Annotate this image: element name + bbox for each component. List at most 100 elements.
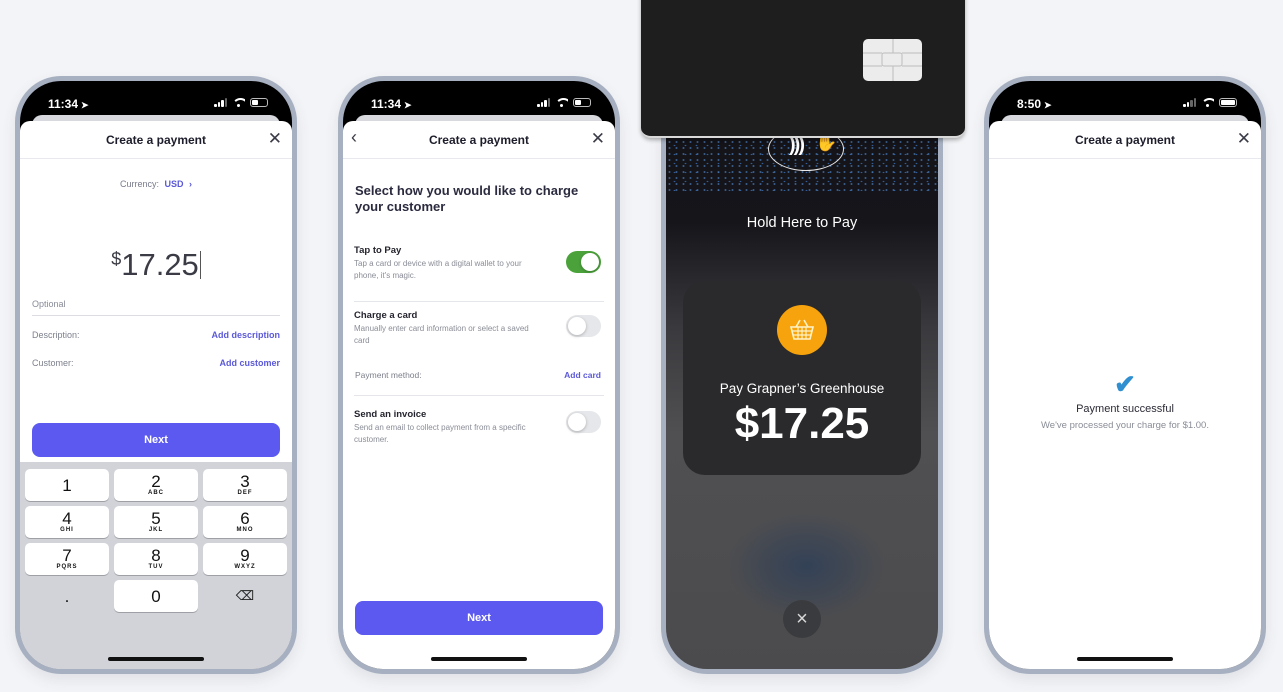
signal-icon xyxy=(1183,98,1196,107)
description-label: Description: xyxy=(32,330,80,340)
key-5[interactable]: 5 JKL xyxy=(114,506,198,538)
optional-field[interactable]: Optional xyxy=(32,299,280,316)
add-customer-link[interactable]: Add customer xyxy=(219,358,280,368)
phone-amount-entry: 11:34 ➤ Create a payment ✕ Currency: USD … xyxy=(15,76,297,674)
screen: 11:34 ➤ ‹ Create a payment ✕ Select how y… xyxy=(343,81,615,669)
close-icon: × xyxy=(796,607,808,630)
add-card-link[interactable]: Add card xyxy=(564,370,601,380)
close-icon[interactable]: ✕ xyxy=(268,130,282,147)
key-delete[interactable]: ⌫ xyxy=(203,580,287,612)
success-title: Payment successful xyxy=(1076,403,1174,415)
option-title: Tap to Pay xyxy=(354,245,402,256)
divider xyxy=(354,301,604,302)
cancel-button[interactable]: × xyxy=(783,600,821,638)
shopping-basket-icon xyxy=(777,305,827,355)
charge-card-toggle[interactable] xyxy=(566,315,601,337)
status-bar: 11:34 ➤ xyxy=(343,81,615,119)
send-invoice-toggle[interactable] xyxy=(566,411,601,433)
key-9[interactable]: 9 WXYZ xyxy=(203,543,287,575)
screen: 8:50 ➤ Create a payment ✕ ✔ Payment succe… xyxy=(989,81,1261,669)
success-message: ✔ Payment successful We've processed you… xyxy=(989,371,1261,431)
screen: ))) ✋ Hold Here to Pay Pay Grapner’s Gre… xyxy=(666,81,938,669)
wifi-icon xyxy=(232,98,245,107)
tap-to-pay-toggle[interactable] xyxy=(566,251,601,273)
status-time: 11:34 xyxy=(371,97,402,111)
status-time: 11:34 xyxy=(48,97,79,111)
option-charge-card: Charge a card Manually enter card inform… xyxy=(354,310,603,347)
option-subtitle: Manually enter card information or selec… xyxy=(354,324,529,345)
currency-label: Currency: xyxy=(119,179,159,189)
payment-method-label: Payment method: xyxy=(355,370,422,380)
status-time: 8:50 xyxy=(1017,97,1042,111)
option-subtitle: Tap a card or device with a digital wall… xyxy=(354,259,522,280)
home-indicator xyxy=(1077,657,1173,661)
home-indicator xyxy=(431,657,527,661)
status-bar: 8:50 ➤ xyxy=(989,81,1261,119)
phone-payment-success: 8:50 ➤ Create a payment ✕ ✔ Payment succe… xyxy=(984,76,1266,674)
wifi-icon xyxy=(555,98,568,107)
next-button[interactable]: Next xyxy=(355,601,603,635)
key-1[interactable]: 1 xyxy=(25,469,109,501)
key-decimal[interactable]: . xyxy=(25,580,109,612)
option-subtitle: Send an email to collect payment from a … xyxy=(354,423,526,444)
option-tap-to-pay: Tap to Pay Tap a card or device with a d… xyxy=(354,245,603,282)
option-send-invoice: Send an invoice Send an email to collect… xyxy=(354,409,603,446)
text-caret xyxy=(199,251,201,279)
amount-value: 17.25 xyxy=(121,247,199,282)
location-arrow-icon: ➤ xyxy=(81,100,89,110)
key-4[interactable]: 4 GHI xyxy=(25,506,109,538)
sheet-header: Create a payment ✕ xyxy=(989,121,1261,159)
sheet-title: Create a payment xyxy=(1074,132,1176,147)
location-arrow-icon: ➤ xyxy=(1044,100,1052,110)
divider xyxy=(354,395,604,396)
location-arrow-icon: ➤ xyxy=(404,100,412,110)
option-title: Charge a card xyxy=(354,310,418,321)
amount-input[interactable]: $17.25 xyxy=(20,247,292,283)
next-button[interactable]: Next xyxy=(32,423,280,457)
status-bar: 11:34 ➤ xyxy=(20,81,292,119)
card-chip-icon xyxy=(863,39,922,81)
currency-selector[interactable]: Currency: USD › xyxy=(20,179,292,189)
payment-sheet: Create a payment ✕ ✔ Payment successful … xyxy=(989,121,1261,669)
merchant-name: Pay Grapner’s Greenhouse xyxy=(719,381,885,396)
wifi-icon xyxy=(1201,98,1214,107)
description-row: Description: Add description xyxy=(32,330,280,340)
key-3[interactable]: 3 DEF xyxy=(203,469,287,501)
currency-symbol: $ xyxy=(111,249,122,269)
numeric-keypad: 1 2 ABC 3 DEF 4 GHI 5 JKL 6 MNO 7 PQRS 8 TUV 9W… xyxy=(20,462,292,669)
close-icon[interactable]: ✕ xyxy=(1237,130,1251,147)
credit-card-illustration xyxy=(641,0,965,138)
back-chevron-icon[interactable]: ‹ xyxy=(351,128,357,146)
section-heading: Select how you would like to charge your… xyxy=(355,183,579,214)
key-0[interactable]: 0 xyxy=(114,580,198,612)
payment-amount: $17.25 xyxy=(734,399,870,448)
close-icon[interactable]: ✕ xyxy=(591,130,605,147)
battery-icon xyxy=(250,98,268,107)
key-2[interactable]: 2 ABC xyxy=(114,469,198,501)
phone-tap-to-pay: ))) ✋ Hold Here to Pay Pay Grapner’s Gre… xyxy=(661,76,943,674)
signal-icon xyxy=(537,98,550,107)
payment-sheet: ‹ Create a payment ✕ Select how you woul… xyxy=(343,121,615,669)
sheet-title: Create a payment xyxy=(105,132,207,147)
success-subtitle: We've processed your charge for $1.00. xyxy=(1041,420,1209,431)
key-7[interactable]: 7 PQRS xyxy=(25,543,109,575)
customer-label: Customer: xyxy=(32,358,74,368)
payment-summary-card: Pay Grapner’s Greenhouse $17.25 xyxy=(683,281,921,475)
battery-icon xyxy=(1219,98,1237,107)
key-6[interactable]: 6 MNO xyxy=(203,506,287,538)
customer-row: Customer: Add customer xyxy=(32,358,280,368)
add-description-link[interactable]: Add description xyxy=(211,330,280,340)
sheet-header: ‹ Create a payment ✕ xyxy=(343,121,615,159)
signal-icon xyxy=(214,98,227,107)
screen: 11:34 ➤ Create a payment ✕ Currency: USD … xyxy=(20,81,292,669)
hold-to-pay-text: Hold Here to Pay xyxy=(746,215,858,231)
backspace-icon: ⌫ xyxy=(235,588,255,603)
chevron-right-icon: › xyxy=(189,179,193,189)
home-indicator xyxy=(108,657,204,661)
battery-icon xyxy=(573,98,591,107)
phone-charge-method: 11:34 ➤ ‹ Create a payment ✕ Select how y… xyxy=(338,76,620,674)
key-8[interactable]: 8 TUV xyxy=(114,543,198,575)
currency-value[interactable]: USD xyxy=(165,179,184,189)
payment-method-row: Payment method: Add card xyxy=(355,370,601,380)
sheet-header: Create a payment ✕ xyxy=(20,121,292,159)
